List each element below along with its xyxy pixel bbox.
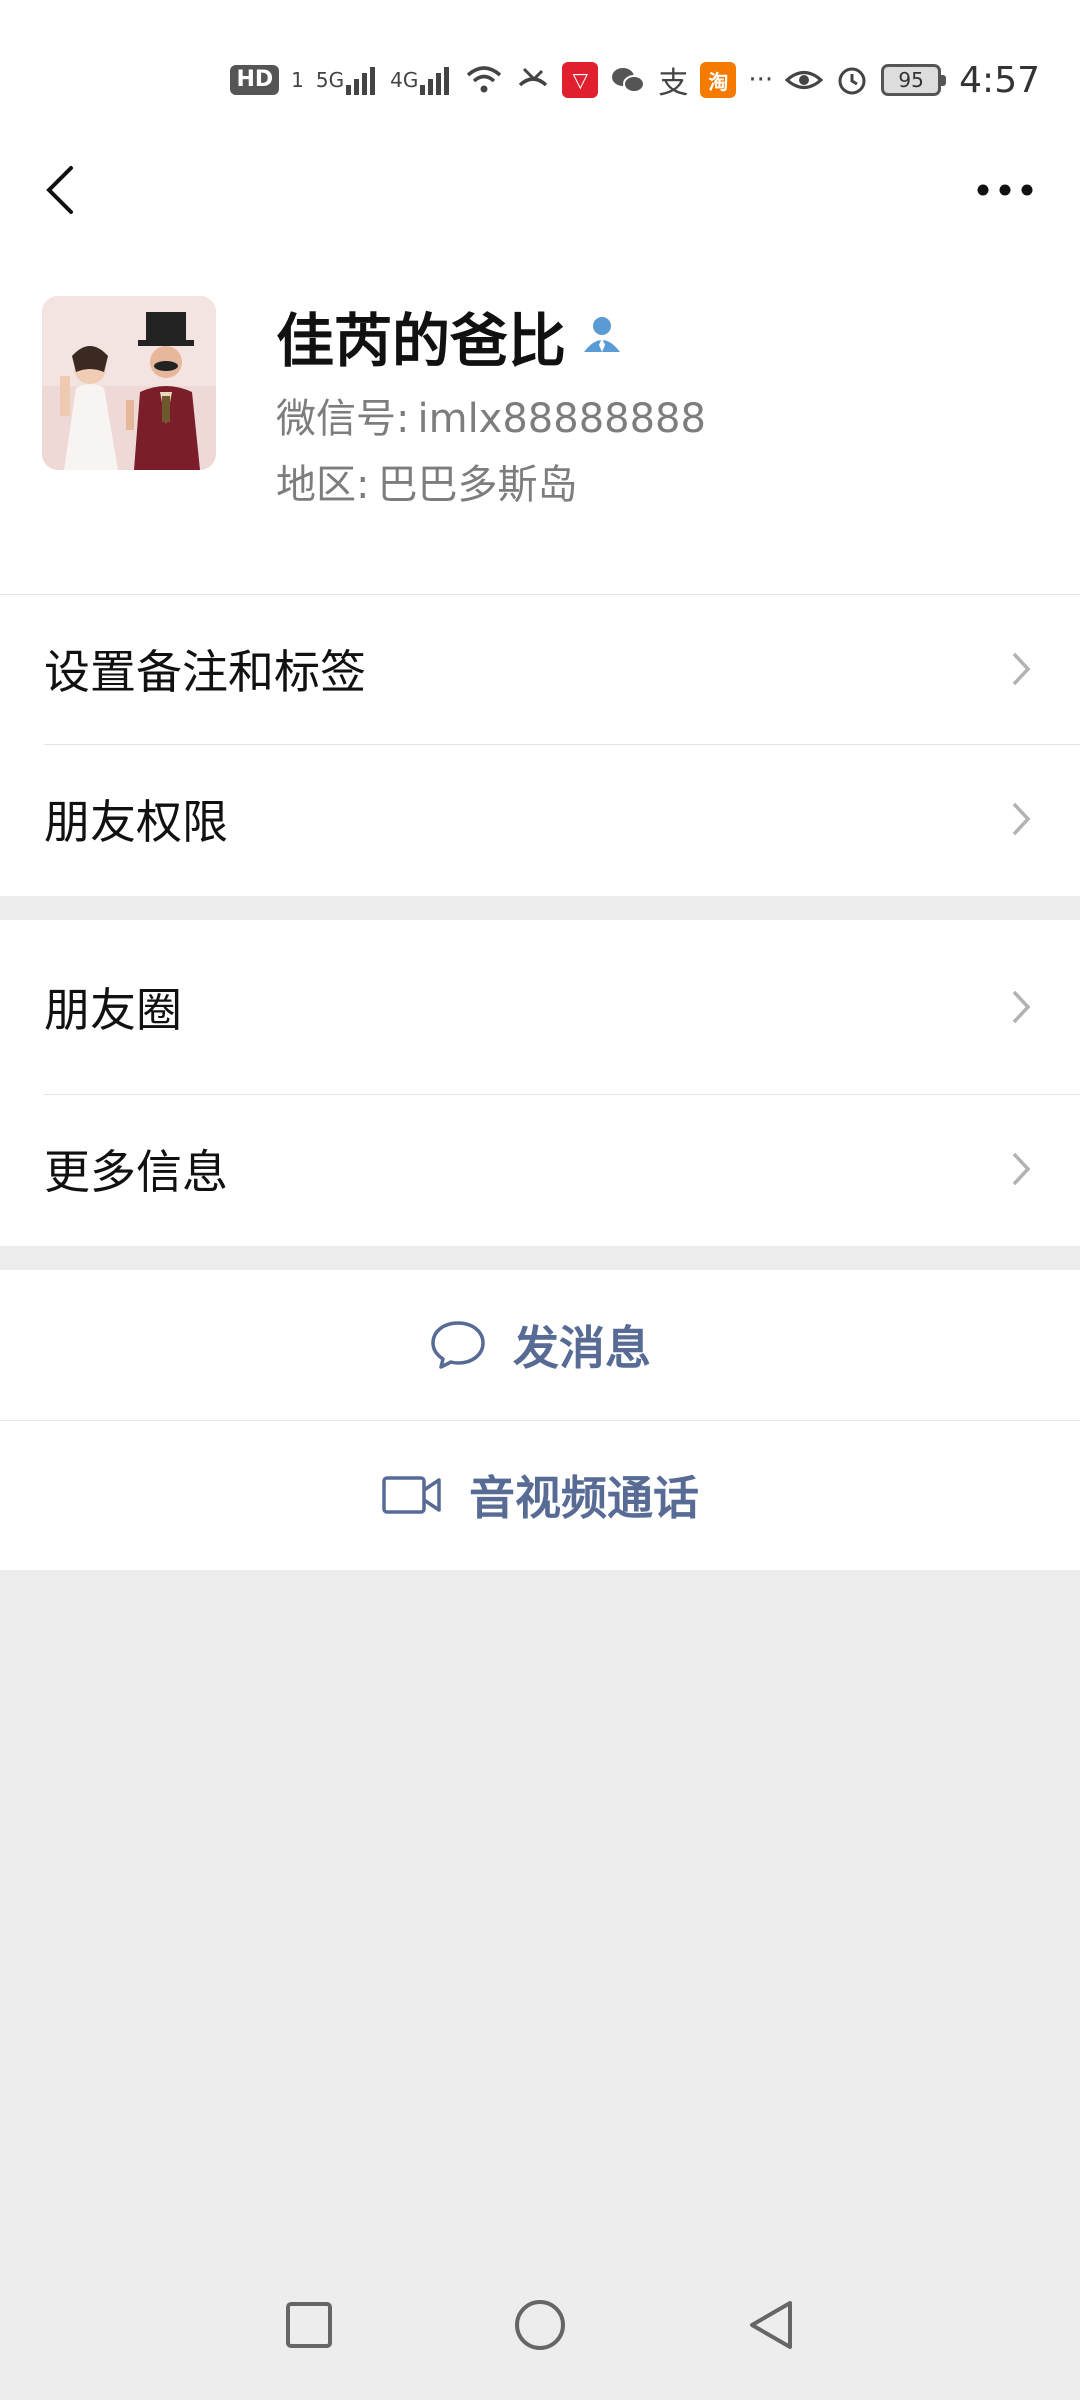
video-camera-icon	[382, 1476, 441, 1514]
network-4g-label: 4G	[390, 68, 419, 92]
menu-item-label: 更多信息	[44, 1145, 228, 1199]
chevron-right-icon	[1012, 802, 1031, 836]
more-notifications-icon: ···	[748, 65, 774, 95]
alipay-icon: 支	[658, 66, 689, 101]
wechat-icon	[610, 60, 646, 100]
square-icon	[286, 2302, 332, 2348]
wechat-id-value: imlx88888888	[417, 396, 706, 442]
network-5g-label: 5G	[315, 68, 345, 92]
sim-indicator: 1	[291, 68, 304, 92]
eye-icon	[785, 60, 824, 100]
circle-icon	[515, 2300, 565, 2350]
chevron-right-icon	[1012, 990, 1031, 1024]
menu-group-settings: 设置备注和标签 朋友权限	[0, 594, 1080, 896]
status-bar: HD 1 5G 4G ▽ 支 淘 ··· 95 4:57	[0, 0, 1080, 160]
menu-item-more-info[interactable]: 更多信息	[0, 1094, 1080, 1244]
video-call-label: 音视频通话	[469, 1471, 699, 1525]
more-options-button[interactable]	[970, 165, 1040, 215]
chevron-right-icon	[1012, 1152, 1031, 1186]
taobao-icon: 淘	[700, 62, 737, 98]
app-notification-icon: ▽	[562, 62, 599, 98]
menu-group-info: 朋友圈 更多信息	[0, 920, 1080, 1246]
menu-item-friend-permissions[interactable]: 朋友权限	[0, 744, 1080, 894]
signal-5g-icon: 5G	[316, 60, 378, 100]
menu-item-label: 朋友圈	[44, 983, 182, 1037]
video-call-button[interactable]: 音视频通话	[0, 1420, 1080, 1570]
profile-header: 佳芮的爸比 微信号: imlx88888888 地区: 巴巴多斯岛	[0, 160, 1080, 594]
chevron-left-icon	[46, 166, 73, 214]
send-message-button[interactable]: 发消息	[0, 1270, 1080, 1420]
wechat-id: 微信号: imlx88888888	[276, 386, 706, 444]
chat-bubble-icon	[431, 1321, 485, 1369]
triangle-back-icon	[750, 2301, 792, 2349]
contact-profile-page: HD 1 5G 4G ▽ 支 淘 ··· 95 4:57 佳芮的爸比 微信号: …	[0, 0, 1080, 2400]
home-button[interactable]	[505, 2290, 575, 2360]
menu-item-moments[interactable]: 朋友圈	[0, 920, 1080, 1094]
chevron-right-icon	[1012, 652, 1031, 686]
signal-4g-icon: 4G	[390, 60, 452, 100]
send-message-label: 发消息	[513, 1321, 651, 1375]
menu-item-label: 设置备注和标签	[44, 645, 366, 699]
wechat-id-label: 微信号:	[276, 396, 410, 442]
missed-call-icon	[516, 60, 550, 100]
system-navigation-bar	[0, 2290, 1080, 2390]
system-back-button[interactable]	[736, 2290, 806, 2360]
status-icons: HD 1 5G 4G ▽ 支 淘 ··· 95 4:57	[230, 52, 1040, 108]
battery-icon: 95	[881, 64, 947, 96]
alarm-icon	[835, 60, 869, 100]
region-value: 巴巴多斯岛	[377, 462, 578, 508]
profile-name: 佳芮的爸比	[276, 307, 567, 375]
region-label: 地区:	[276, 462, 370, 508]
wifi-icon	[464, 60, 504, 100]
more-horizontal-icon	[977, 184, 1033, 196]
recent-apps-button[interactable]	[274, 2290, 344, 2360]
menu-item-label: 朋友权限	[44, 795, 228, 849]
action-group: 发消息 音视频通话	[0, 1270, 1080, 1570]
verified-user-icon	[580, 312, 624, 360]
status-time: 4:57	[959, 59, 1040, 101]
hd-icon: HD	[230, 65, 280, 95]
avatar[interactable]	[42, 296, 216, 470]
back-button[interactable]	[30, 155, 90, 225]
region: 地区: 巴巴多斯岛	[276, 452, 577, 510]
profile-name-row: 佳芮的爸比	[276, 298, 624, 375]
menu-item-remarks-tags[interactable]: 设置备注和标签	[0, 594, 1080, 744]
